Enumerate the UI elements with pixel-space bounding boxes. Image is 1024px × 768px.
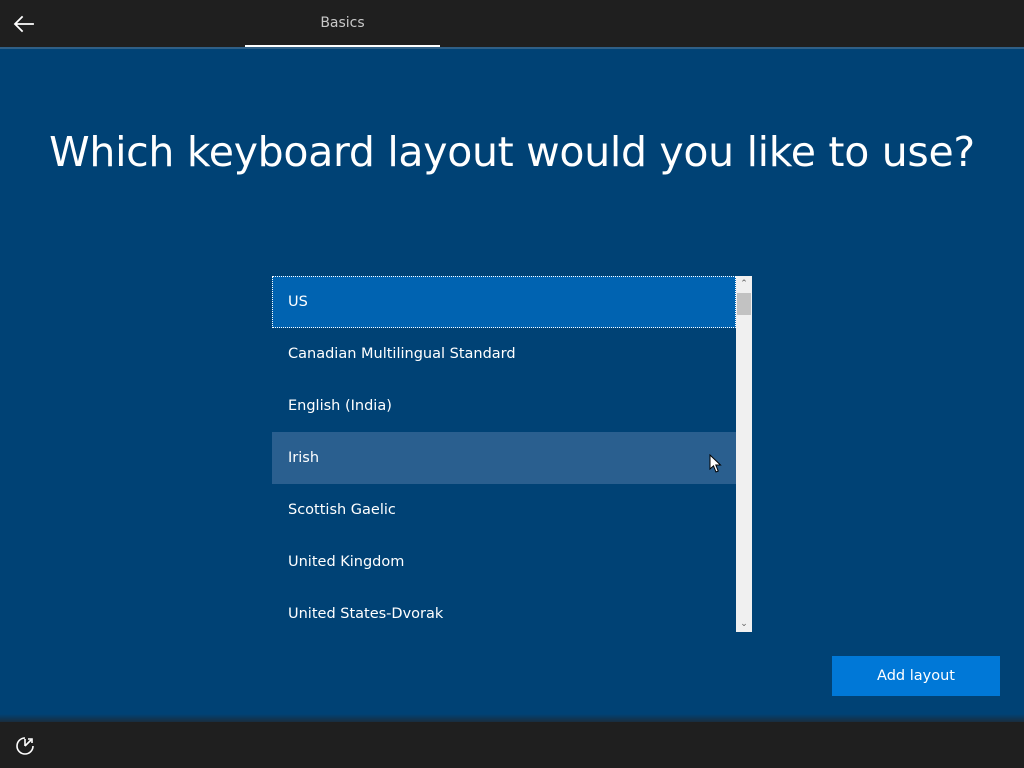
list-item-united-kingdom[interactable]: United Kingdom [272,536,736,588]
list-scrollbar[interactable]: ⌃ ⌄ [736,276,752,632]
top-bar: Basics [0,0,1024,47]
back-button[interactable] [10,10,38,38]
bottom-bar [0,722,1024,768]
list-item-scottish-gaelic[interactable]: Scottish Gaelic [272,484,736,536]
scroll-up-button[interactable]: ⌃ [736,276,752,292]
page-title: Which keyboard layout would you like to … [49,128,975,176]
ease-of-access-button[interactable] [14,735,36,757]
mouse-pointer-icon [709,454,722,473]
keyboard-layout-list[interactable]: US Canadian Multilingual Standard Englis… [272,276,752,632]
tab-basics-label: Basics [320,15,365,31]
scroll-thumb[interactable] [737,293,751,315]
list-item-united-states-dvorak[interactable]: United States-Dvorak [272,588,736,632]
list-item-english-india[interactable]: English (India) [272,380,736,432]
list-item-irish[interactable]: Irish [272,432,736,484]
tab-basics[interactable]: Basics [245,0,440,47]
ease-of-access-icon [16,737,34,755]
add-layout-button[interactable]: Add layout [832,656,1000,696]
list-item-canadian-multilingual-standard[interactable]: Canadian Multilingual Standard [272,328,736,380]
arrow-left-icon [13,15,34,33]
keyboard-layout-items: US Canadian Multilingual Standard Englis… [272,276,736,632]
list-item-us[interactable]: US [272,276,736,328]
top-separator [0,47,1024,49]
scroll-down-button[interactable]: ⌄ [736,616,752,632]
bottom-shadow [0,714,1024,722]
